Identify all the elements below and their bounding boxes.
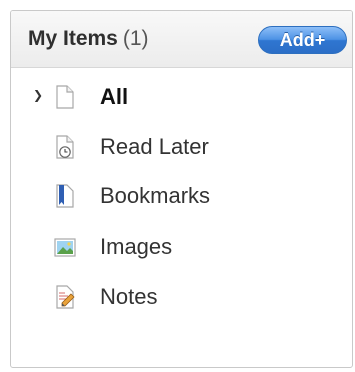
clock-icon [56,135,74,159]
document-icon [56,85,74,109]
image-icon [54,238,76,257]
item-label: All [100,84,129,109]
list-item-all[interactable]: ❯ All [11,77,352,117]
item-label: Notes [100,284,158,309]
list-item-read-later[interactable]: Read Later [11,127,352,167]
selected-arrow-icon: ❯ [33,88,44,102]
item-label: Read Later [100,134,209,159]
panel-title: My Items (1) [28,27,149,51]
list-item-notes[interactable]: Notes [11,277,352,317]
item-label: Images [100,234,173,259]
item-label: Bookmarks [100,183,211,208]
list-item-bookmarks[interactable]: Bookmarks [11,176,352,216]
panel-title-text: My Items [28,27,118,50]
notes-icon [56,285,75,309]
list-item-images[interactable]: Images [11,227,352,267]
item-count: (1) [122,27,149,50]
add-item-button[interactable]: Add+ [258,26,347,54]
bookmark-icon [56,184,74,208]
my-items-panel: My Items (1) Add+ ❯ All Read Later Bookm… [10,10,353,368]
panel-header: My Items (1) Add+ [11,11,352,68]
